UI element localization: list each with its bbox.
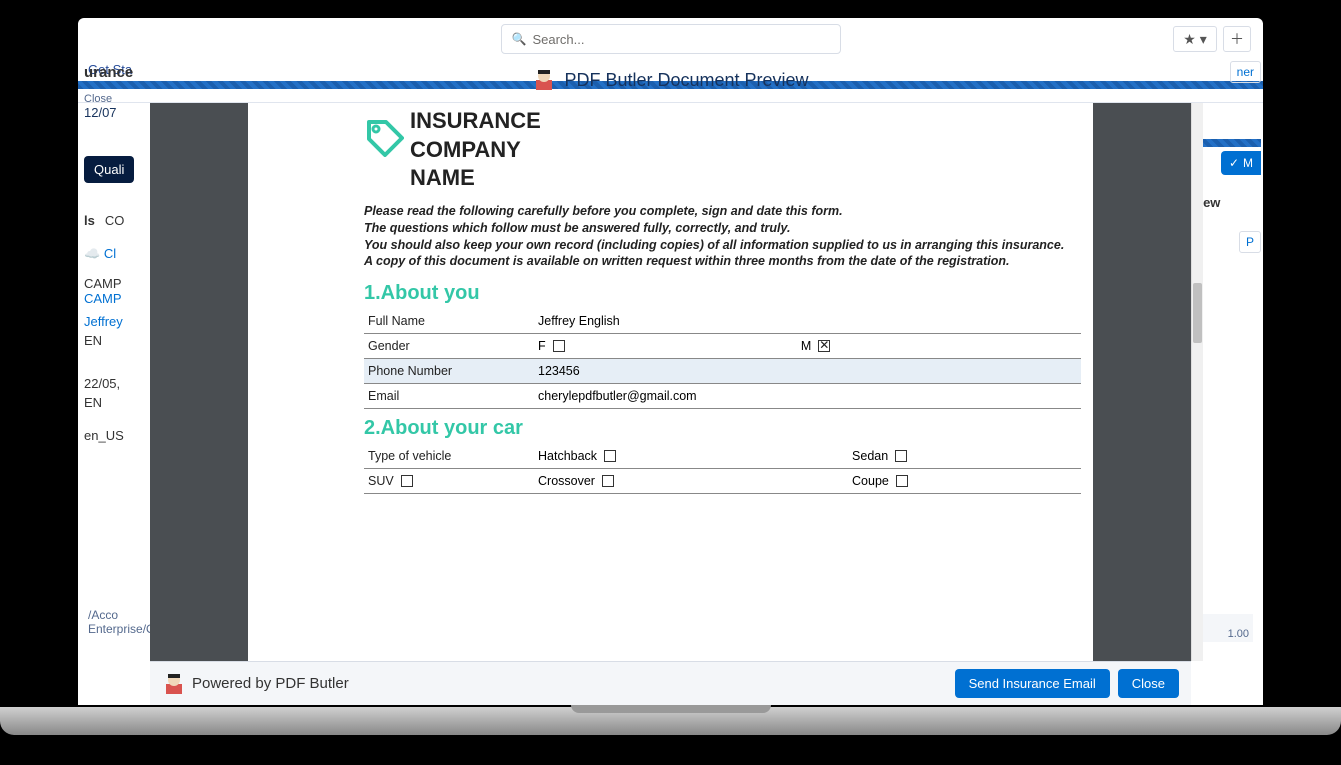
- email-label: Email: [364, 384, 534, 409]
- checkbox-empty-icon: [401, 475, 413, 487]
- top-bar: 🔍 Search... ★ ▾ ＋: [78, 18, 1263, 60]
- close-button[interactable]: Close: [1118, 669, 1179, 698]
- doc-gutter-left: [248, 103, 352, 661]
- intro-text: Please read the following carefully befo…: [364, 203, 1081, 271]
- vehicle-suv: SUV: [368, 474, 413, 488]
- doc-bg-left: [150, 103, 248, 661]
- scrollbar-thumb[interactable]: [1193, 283, 1202, 343]
- global-search[interactable]: 🔍 Search...: [501, 24, 841, 54]
- tag-icon: [364, 117, 404, 157]
- vehicle-hatchback: Hatchback: [538, 449, 616, 463]
- modal-footer: Powered by PDF Butler Send Insurance Ema…: [150, 661, 1191, 705]
- intro-line-4: A copy of this document is available on …: [364, 253, 1081, 270]
- gender-label: Gender: [364, 334, 534, 359]
- checkbox-empty-icon: [602, 475, 614, 487]
- phone-value: 123456: [534, 359, 1081, 384]
- about-you-table: Full Name Jeffrey English Gender F M: [364, 309, 1081, 409]
- intro-line-2: The questions which follow must be answe…: [364, 220, 1081, 237]
- about-car-table: Type of vehicle Hatchback Sedan SUV Cros…: [364, 444, 1081, 494]
- company-name: INSURANCE COMPANY NAME: [410, 107, 541, 193]
- vehicle-coupe: Coupe: [852, 474, 908, 488]
- section-about-car: 2.About your car: [364, 417, 1081, 440]
- intro-line-3: You should also keep your own record (in…: [364, 237, 1081, 254]
- phone-label: Phone Number: [364, 359, 534, 384]
- email-value: cherylepdfbutler@gmail.com: [534, 384, 1081, 409]
- section-about-you: 1.About you: [364, 282, 1081, 305]
- doc-bg-right: [1093, 103, 1191, 661]
- laptop-notch: [571, 705, 771, 713]
- search-icon: 🔍: [512, 32, 527, 46]
- preview-scrollbar[interactable]: [1191, 103, 1203, 661]
- gender-female-option: F: [538, 339, 565, 353]
- full-name-label: Full Name: [364, 309, 534, 334]
- intro-line-1: Please read the following carefully befo…: [364, 203, 1081, 220]
- add-button[interactable]: ＋: [1223, 26, 1251, 52]
- gender-male-option: M: [801, 339, 830, 353]
- vehicle-sedan: Sedan: [852, 449, 907, 463]
- search-placeholder: Search...: [532, 32, 584, 47]
- full-name-value: Jeffrey English: [534, 309, 1081, 334]
- vehicle-type-label: Type of vehicle: [364, 444, 534, 469]
- modal-title: PDF Butler Document Preview: [564, 70, 808, 91]
- powered-by-text: Powered by PDF Butler: [192, 675, 349, 692]
- vehicle-crossover: Crossover: [538, 474, 614, 488]
- document-page: INSURANCE COMPANY NAME Please read the f…: [352, 103, 1093, 661]
- favorites-button[interactable]: ★ ▾: [1173, 26, 1217, 52]
- send-email-button[interactable]: Send Insurance Email: [955, 669, 1110, 698]
- modal-header: PDF Butler Document Preview: [78, 60, 1263, 103]
- checkbox-empty-icon: [604, 450, 616, 462]
- checkbox-empty-icon: [553, 340, 565, 352]
- checkbox-empty-icon: [896, 475, 908, 487]
- pdf-butler-logo-icon: [532, 68, 556, 92]
- checkbox-empty-icon: [895, 450, 907, 462]
- checkbox-checked-icon: [818, 340, 830, 352]
- document-preview-area: INSURANCE COMPANY NAME Please read the f…: [78, 103, 1263, 661]
- preview-modal: PDF Butler Document Preview IN: [78, 60, 1263, 705]
- pdf-butler-logo-icon: [162, 672, 186, 696]
